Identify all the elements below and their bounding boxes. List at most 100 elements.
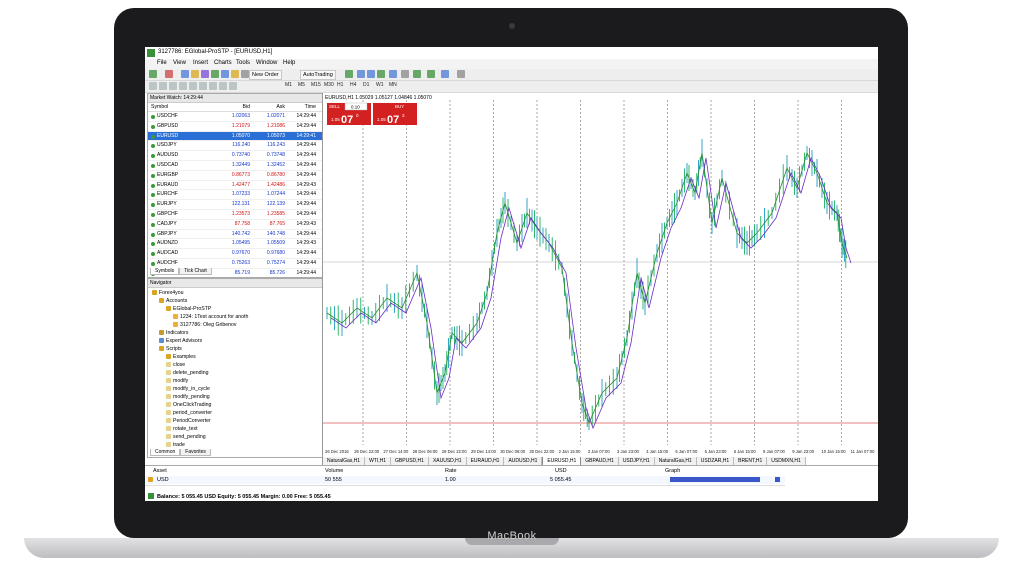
market-watch-row[interactable]: GBPCHF 1.23573 1.23585 14:29:44 — [148, 210, 322, 220]
timeframe-m1[interactable]: M1 — [285, 82, 292, 88]
menu-window[interactable]: Window — [256, 60, 277, 66]
tab-symbols[interactable]: Symbols — [150, 268, 180, 275]
timeframe-m30[interactable]: M30 — [324, 82, 334, 88]
chart-tab[interactable]: WTI,H1 — [365, 457, 392, 465]
chart-tab[interactable]: BRENT,H1 — [734, 457, 768, 465]
nav-item[interactable]: OneClickTrading — [166, 402, 211, 408]
chart-tab[interactable]: GBPAUD,H1 — [581, 457, 619, 465]
market-watch-row[interactable]: USDJPY 116.240 116.243 14:29:44 — [148, 141, 322, 152]
tab-tick-chart[interactable]: Tick Chart — [179, 268, 212, 275]
market-watch-row[interactable]: USDCHF 1.02063 1.02071 14:29:44 — [148, 112, 322, 122]
chart-tab[interactable]: NaturalGas,H1 — [323, 457, 366, 465]
market-watch-row[interactable]: GBPUSD 1.21079 1.21086 14:29:44 — [148, 122, 322, 132]
shift-icon[interactable] — [427, 70, 435, 78]
menu-view[interactable]: View — [173, 60, 186, 66]
nav-item[interactable]: trade — [166, 442, 185, 448]
zoom-in-icon[interactable] — [377, 70, 385, 78]
chart-tab[interactable]: EURUSD,H1 — [542, 457, 582, 465]
zoom-out-icon[interactable] — [389, 70, 397, 78]
navigator-icon[interactable] — [201, 70, 209, 78]
timeframe-d1[interactable]: D1 — [363, 82, 369, 88]
new-order-button[interactable]: New Order — [249, 70, 282, 80]
nav-item[interactable]: period_converter — [166, 410, 212, 416]
vline-icon[interactable] — [169, 82, 177, 90]
market-watch-row[interactable]: EURUSD 1.05070 1.05073 14:29:41 — [148, 131, 322, 142]
timeframe-mn[interactable]: MN — [389, 82, 397, 88]
nav-item[interactable]: send_pending — [166, 434, 206, 440]
indicators-icon[interactable] — [441, 70, 449, 78]
new-chart-icon[interactable] — [149, 70, 157, 78]
chart-tab[interactable]: USDMXN,H1 — [767, 457, 806, 465]
timeframe-h4[interactable]: H4 — [350, 82, 356, 88]
history-icon[interactable] — [231, 70, 239, 78]
chart-tab[interactable]: USDJPY,H1 — [618, 457, 655, 465]
text-icon[interactable] — [219, 82, 227, 90]
nav-item[interactable]: Indicators — [159, 330, 189, 336]
trendline-icon[interactable] — [189, 82, 197, 90]
fibo-icon[interactable] — [209, 82, 217, 90]
settings-icon[interactable] — [241, 70, 249, 78]
chart-tab[interactable]: XAUUSD,H1 — [428, 457, 467, 465]
market-watch-row[interactable]: GBPJPY 140.742 140.748 14:29:44 — [148, 230, 322, 240]
menu-tools[interactable]: Tools — [236, 60, 250, 66]
col-time[interactable]: Time — [305, 103, 316, 111]
nav-item[interactable]: rotate_text — [166, 426, 198, 432]
profiles-icon[interactable] — [165, 70, 173, 78]
nav-item[interactable]: Forex4you — [152, 290, 184, 296]
price-chart[interactable]: EURUSD,H1 1.05029 1.05127 1.04846 1.0507… — [323, 93, 878, 465]
candles-icon[interactable] — [357, 70, 365, 78]
timeframe-m15[interactable]: M15 — [311, 82, 321, 88]
nav-item[interactable]: modify_pending — [166, 394, 210, 400]
data-window-icon[interactable] — [191, 70, 199, 78]
crosshair-icon[interactable] — [159, 82, 167, 90]
market-watch-row[interactable]: AUDNZD 1.05495 1.05509 14:29:43 — [148, 239, 322, 250]
col-symbol[interactable]: Symbol — [151, 103, 168, 111]
chart-tab[interactable]: NaturalGas,H1 — [654, 457, 697, 465]
market-watch-row[interactable]: EURJPY 122.131 122.139 14:29:44 — [148, 200, 322, 210]
chart-tab[interactable]: GBPUSD,H1 — [391, 457, 429, 465]
market-watch-row[interactable]: EURGBP 0.86773 0.86780 14:29:44 — [148, 171, 322, 181]
cursor-icon[interactable] — [149, 82, 157, 90]
market-watch-row[interactable]: CADJPY 87.758 87.765 14:29:43 — [148, 220, 322, 230]
hline-icon[interactable] — [179, 82, 187, 90]
autoscroll-icon[interactable] — [413, 70, 421, 78]
tester-icon[interactable] — [221, 70, 229, 78]
menu-help[interactable]: Help — [283, 60, 295, 66]
timeframe-w1[interactable]: W1 — [376, 82, 384, 88]
periods-icon[interactable] — [457, 70, 465, 78]
market-watch-row[interactable]: AUDCAD 0.97670 0.97680 14:29:44 — [148, 249, 322, 259]
market-watch-row[interactable]: USDCAD 1.32449 1.32452 14:29:44 — [148, 161, 322, 171]
nav-item[interactable]: 3127786: Oleg Gribenov — [173, 322, 237, 328]
market-watch-row[interactable]: EURCHF 1.07233 1.07244 14:29:44 — [148, 190, 322, 201]
nav-item[interactable]: modify — [166, 378, 188, 384]
market-watch-row[interactable]: AUDUSD 0.73740 0.73748 14:29:44 — [148, 151, 322, 161]
autotrading-button[interactable]: AutoTrading — [300, 70, 336, 80]
arrows-icon[interactable] — [229, 82, 237, 90]
timeframe-m5[interactable]: M5 — [298, 82, 305, 88]
nav-item[interactable]: Scripts — [159, 346, 182, 352]
timeframe-h1[interactable]: H1 — [337, 82, 343, 88]
tab-favorites[interactable]: Favorites — [180, 449, 211, 456]
channel-icon[interactable] — [199, 82, 207, 90]
chart-tab[interactable]: USDZAR,H1 — [696, 457, 735, 465]
chart-tab[interactable]: EURAUD,H1 — [466, 457, 505, 465]
chart-tab[interactable]: AUDUSD,H1 — [504, 457, 543, 465]
nav-item[interactable]: modify_in_cycle — [166, 386, 210, 392]
line-chart-icon[interactable] — [367, 70, 375, 78]
col-ask[interactable]: Ask — [276, 103, 285, 111]
nav-item[interactable]: close — [166, 362, 185, 368]
nav-item[interactable]: PeriodConverter — [166, 418, 211, 424]
nav-item[interactable]: 1234: 1Test account for anoth — [173, 314, 248, 320]
nav-item[interactable]: Examples — [166, 354, 196, 360]
nav-item[interactable]: delete_pending — [166, 370, 208, 376]
terminal-icon[interactable] — [211, 70, 219, 78]
menu-file[interactable]: File — [157, 60, 167, 66]
market-watch-icon[interactable] — [181, 70, 189, 78]
nav-item[interactable]: EGlobal-ProSTP — [166, 306, 211, 312]
menu-insert[interactable]: Insert — [193, 60, 208, 66]
market-watch-row[interactable]: EURAUD 1.42477 1.42486 14:29:43 — [148, 181, 322, 191]
nav-item[interactable]: Accounts — [159, 298, 187, 304]
tile-icon[interactable] — [401, 70, 409, 78]
asset-row[interactable]: USD 50 555 1.00 5 055.45 — [145, 476, 785, 484]
col-bid[interactable]: Bid — [243, 103, 251, 111]
